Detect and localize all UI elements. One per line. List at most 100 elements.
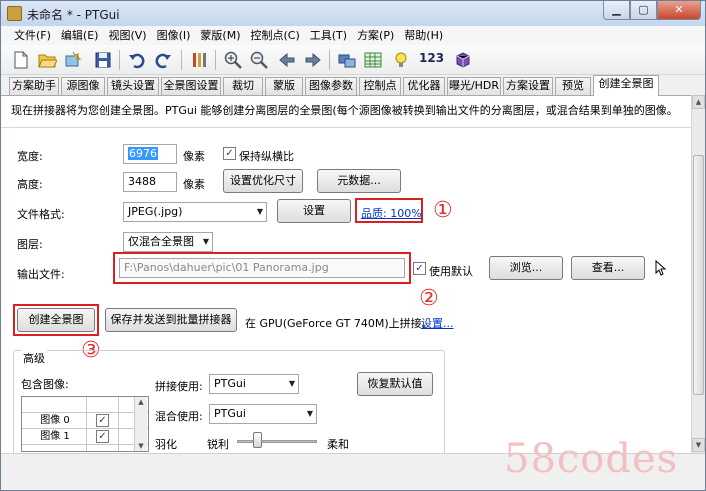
output-file-input[interactable]: F:\Panos\dahuer\pic\01 Panorama.jpg	[119, 258, 405, 278]
menu-image[interactable]: 图像(I)	[152, 26, 196, 45]
menu-mask[interactable]: 蒙版(M)	[195, 26, 245, 45]
tab-image-parameters[interactable]: 图像参数	[305, 77, 357, 95]
open-folder-icon[interactable]	[37, 50, 57, 70]
menu-file[interactable]: 文件(F)	[9, 26, 56, 45]
arrow-left-icon[interactable]	[277, 50, 297, 70]
height-label: 高度:	[17, 178, 43, 191]
tab-source-images[interactable]: 源图像	[61, 77, 105, 95]
tab-optimizer[interactable]: 优化器	[403, 77, 445, 95]
title-bar[interactable]: 未命名 * - PTGui ▁ ▢ ✕	[1, 1, 705, 26]
toolbar-separator	[181, 50, 182, 70]
gpu-status-text: 在 GPU(GeForce GT 740M)上拼接。	[245, 317, 433, 330]
close-button[interactable]: ✕	[657, 1, 701, 20]
watermark: 58codes	[504, 436, 679, 482]
scroll-thumb[interactable]	[693, 155, 704, 395]
main-scrollbar[interactable]: ▲ ▼	[691, 95, 705, 453]
save-icon[interactable]	[93, 50, 113, 70]
menu-project[interactable]: 方案(P)	[352, 26, 399, 45]
feather-slider-track[interactable]	[237, 440, 317, 443]
tab-panorama-settings[interactable]: 全景图设置	[161, 77, 221, 95]
undo-icon[interactable]	[127, 50, 147, 70]
image-name: 图像 0	[40, 415, 70, 426]
layer-label: 图层:	[17, 238, 43, 251]
tab-preview[interactable]: 预览	[555, 77, 591, 95]
minimize-button[interactable]: ▁	[603, 1, 630, 20]
feather-slider-thumb[interactable]	[253, 432, 262, 448]
table-icon[interactable]	[363, 50, 383, 70]
height-input[interactable]: 3488	[123, 172, 177, 192]
tab-project-assistant[interactable]: 方案助手	[9, 77, 59, 95]
format-settings-button[interactable]: 设置	[277, 199, 351, 223]
window-title: 未命名 * - PTGui	[27, 8, 120, 22]
chevron-down-icon: ▼	[288, 379, 295, 388]
menu-edit[interactable]: 编辑(E)	[56, 26, 104, 45]
toolbar-separator	[119, 50, 120, 70]
tools-icon[interactable]	[189, 50, 209, 70]
tab-crop[interactable]: 裁切	[223, 77, 263, 95]
blender-select[interactable]: PTGui ▼	[209, 404, 317, 424]
tab-create-panorama[interactable]: 创建全景图	[593, 75, 659, 96]
table-row[interactable]: 图像 1 ✓	[22, 429, 148, 445]
image-name: 图像 1	[40, 431, 70, 442]
images-grid: 图像 0 ✓ 图像 1 ✓ ▲ ▼	[21, 396, 149, 452]
keep-ratio-checkbox[interactable]: ✓	[223, 147, 236, 160]
stitcher-select[interactable]: PTGui ▼	[209, 374, 299, 394]
view-button[interactable]: 查看...	[571, 256, 645, 280]
tab-mask[interactable]: 蒙版	[265, 77, 303, 95]
annotation-circle-2: ②	[419, 286, 439, 311]
tab-control-points[interactable]: 控制点	[359, 77, 401, 95]
quality-link[interactable]: 品质: 100%	[361, 205, 422, 221]
chevron-down-icon: ▼	[202, 237, 209, 246]
include-image-checkbox[interactable]: ✓	[96, 430, 109, 443]
menu-view[interactable]: 视图(V)	[103, 26, 151, 45]
set-optimal-size-button[interactable]: 设置优化尺寸	[223, 169, 303, 193]
new-file-icon[interactable]	[11, 50, 31, 70]
output-file-label: 输出文件:	[17, 268, 65, 281]
file-format-select[interactable]: JPEG(.jpg) ▼	[123, 202, 267, 222]
use-default-checkbox[interactable]: ✓	[413, 262, 426, 275]
maximize-button[interactable]: ▢	[630, 1, 657, 20]
tab-project-settings[interactable]: 方案设置	[503, 77, 553, 95]
lightbulb-icon[interactable]	[391, 50, 411, 70]
file-format-label: 文件格式:	[17, 208, 65, 221]
scroll-down-arrow[interactable]: ▼	[692, 438, 705, 452]
plugin-icon[interactable]	[453, 50, 473, 70]
width-input[interactable]: 6976	[123, 144, 177, 164]
numbers-label[interactable]: 123	[419, 51, 444, 65]
chevron-down-icon: ▼	[256, 207, 263, 216]
layer-select[interactable]: 仅混合全景图 ▼	[123, 232, 213, 252]
zoom-out-icon[interactable]	[249, 50, 269, 70]
metadata-button[interactable]: 元数据...	[317, 169, 401, 193]
tab-bar: 方案助手 源图像 镜头设置 全景图设置 裁切 蒙版 图像参数 控制点 优化器 曝…	[1, 75, 705, 96]
zoom-in-icon[interactable]	[223, 50, 243, 70]
menu-help[interactable]: 帮助(H)	[399, 26, 448, 45]
menu-control-points[interactable]: 控制点(C)	[245, 26, 304, 45]
menu-bar: 文件(F) 编辑(E) 视图(V) 图像(I) 蒙版(M) 控制点(C) 工具(…	[1, 26, 705, 45]
browse-button[interactable]: 浏览...	[489, 256, 563, 280]
height-unit: 像素	[183, 178, 205, 191]
create-panorama-button[interactable]: 创建全景图	[17, 308, 95, 332]
panorama-editor-icon[interactable]	[337, 50, 357, 70]
gpu-settings-link[interactable]: 设置...	[421, 315, 454, 331]
table-row[interactable]: 图像 0 ✓	[22, 413, 148, 429]
blender-label: 混合使用:	[155, 410, 203, 423]
chevron-down-icon: ▼	[306, 409, 313, 418]
arrow-right-icon[interactable]	[303, 50, 323, 70]
toolbar: 123	[1, 45, 705, 75]
tab-lens-settings[interactable]: 镜头设置	[107, 77, 159, 95]
scroll-up-arrow[interactable]: ▲	[135, 397, 147, 407]
restore-defaults-button[interactable]: 恢复默认值	[357, 372, 433, 396]
menu-tools[interactable]: 工具(T)	[305, 26, 352, 45]
redo-icon[interactable]	[153, 50, 173, 70]
annotation-circle-1: ①	[433, 198, 453, 223]
image-wand-icon[interactable]	[63, 50, 83, 70]
include-image-checkbox[interactable]: ✓	[96, 414, 109, 427]
save-and-send-batch-button[interactable]: 保存并发送到批量拼接器	[105, 308, 237, 332]
scroll-down-arrow[interactable]: ▼	[135, 441, 147, 451]
tab-exposure-hdr[interactable]: 曝光/HDR	[447, 77, 501, 95]
scroll-up-arrow[interactable]: ▲	[692, 95, 705, 109]
grid-scrollbar[interactable]: ▲ ▼	[134, 397, 147, 451]
ptgui-window: 未命名 * - PTGui ▁ ▢ ✕ 文件(F) 编辑(E) 视图(V) 图像…	[0, 0, 706, 491]
toolbar-separator	[215, 50, 216, 70]
cursor-move-icon	[655, 260, 667, 276]
